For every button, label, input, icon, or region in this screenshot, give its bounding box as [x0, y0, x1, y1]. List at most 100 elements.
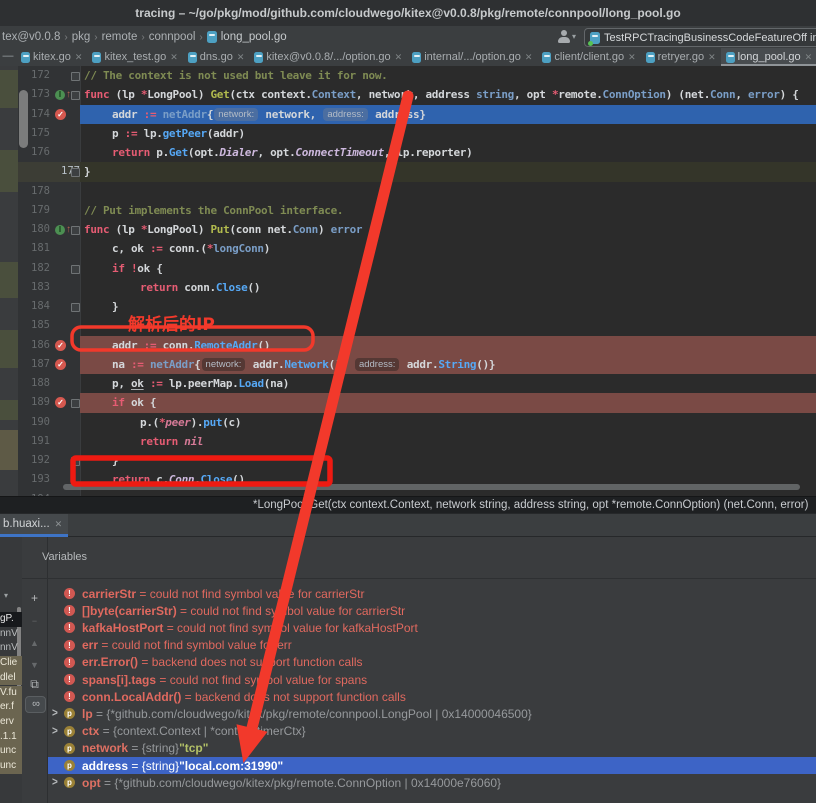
move-down-button[interactable]: ▼: [22, 656, 47, 674]
breadcrumb-file[interactable]: long_pool.go: [221, 31, 287, 43]
go-file-icon: [188, 52, 197, 63]
tab-close-icon[interactable]: ✕: [805, 52, 813, 63]
variable-row-conn-LocalAddr-[interactable]: !conn.LocalAddr() = backend does not sup…: [48, 688, 816, 705]
breadcrumb-item[interactable]: remote: [102, 31, 138, 43]
variable-name: lp: [82, 707, 93, 721]
stack-frame[interactable]: nnV: [0, 627, 22, 642]
breadcrumb-item[interactable]: connpool: [149, 31, 196, 43]
tab-close-icon[interactable]: ✕: [525, 52, 533, 63]
expand-chevron-icon[interactable]: >: [52, 707, 58, 720]
stack-frames-strip[interactable]: ▾ gP.nnVnnVCliedlelV.fuer.ferv.1.1uncunc: [0, 537, 22, 803]
line-number: 187: [18, 355, 50, 374]
line-number: 189: [18, 393, 50, 412]
expand-chevron-icon[interactable]: >: [52, 725, 58, 738]
show-watches-button[interactable]: ∞: [25, 696, 46, 713]
fold-marker[interactable]: [71, 226, 80, 235]
parameter-icon: p: [64, 708, 75, 719]
tab-close-icon[interactable]: ✕: [628, 52, 636, 63]
variable-row-kafkaHostPort[interactable]: !kafkaHostPort = could not find symbol v…: [48, 619, 816, 636]
equals-sign: =: [99, 724, 113, 738]
variable-name: []byte(carrierStr): [82, 604, 177, 618]
run-configuration-select[interactable]: TestRPCTracingBusinessCodeFeatureOff in …: [584, 28, 816, 47]
variable-row-err-Error-[interactable]: !err.Error() = backend does not support …: [48, 654, 816, 671]
line-number: 184: [18, 297, 50, 316]
editor-tab-kitex-v0.0.8-...-option.go[interactable]: kitex@v0.0.8/.../option.go✕: [249, 48, 407, 66]
editor-tab-kitex.go[interactable]: kitex.go✕: [16, 48, 87, 66]
stack-frame[interactable]: .1.1: [0, 730, 22, 745]
tab-close-icon[interactable]: ✕: [708, 52, 716, 63]
variable-name: kafkaHostPort: [82, 621, 163, 635]
expand-chevron-icon[interactable]: >: [52, 776, 58, 789]
editor-tab-client-client.go[interactable]: client/client.go✕: [537, 48, 640, 66]
stack-frame[interactable]: gP.: [0, 612, 22, 627]
editor-tab-retryer.go[interactable]: retryer.go✕: [641, 48, 721, 66]
horizontal-scrollbar-thumb[interactable]: [63, 484, 800, 490]
add-watch-button[interactable]: +: [22, 589, 47, 607]
breadcrumb[interactable]: tex@v0.0.8›pkg›remote›connpool›long_pool…: [2, 26, 287, 48]
user-menu[interactable]: ▾: [558, 29, 576, 43]
move-up-button[interactable]: ▲: [22, 634, 47, 652]
variable-row-lp[interactable]: >plp = {*github.com/cloudwego/kitex/pkg/…: [48, 705, 816, 722]
variable-row-opt[interactable]: >popt = {*github.com/cloudwego/kitex/pkg…: [48, 774, 816, 791]
implements-icon[interactable]: I↑: [55, 85, 71, 104]
stack-frame[interactable]: unc: [0, 759, 22, 774]
variable-row--byte-carrierStr-[interactable]: ![]byte(carrierStr) = could not find sym…: [48, 602, 816, 619]
remove-watch-button[interactable]: −: [22, 612, 47, 630]
fold-marker[interactable]: [71, 457, 80, 466]
line-number: 179: [18, 201, 50, 220]
variable-name: err: [82, 638, 98, 652]
debug-session-tab[interactable]: b.huaxi... ✕: [0, 514, 68, 537]
code-line: // The context is not used but leave it …: [80, 66, 816, 85]
breadcrumb-item[interactable]: tex@v0.0.8: [2, 31, 60, 43]
fold-marker[interactable]: [71, 72, 80, 81]
tab-close-icon[interactable]: ✕: [170, 52, 178, 63]
tab-close-icon[interactable]: ✕: [75, 52, 83, 63]
line-number: 190: [18, 413, 50, 432]
stack-frame[interactable]: dlel: [0, 671, 22, 686]
editor-tab-kitex_test.go[interactable]: kitex_test.go✕: [87, 48, 182, 66]
line-number: 176: [18, 143, 50, 162]
code-line: addr := netAddr{network: network, addres…: [80, 105, 816, 124]
person-icon: [558, 29, 570, 43]
code-editor[interactable]: 172// The context is not used but leave …: [0, 66, 816, 496]
variable-row-carrierStr[interactable]: !carrierStr = could not find symbol valu…: [48, 585, 816, 602]
variable-row-ctx[interactable]: >pctx = {context.Context | *context.time…: [48, 723, 816, 740]
close-icon[interactable]: ✕: [55, 519, 63, 530]
variable-row-spans-i-tags[interactable]: !spans[i].tags = could not find symbol v…: [48, 671, 816, 688]
copy-button[interactable]: ⧉: [22, 675, 47, 693]
tab-close-icon[interactable]: ✕: [395, 52, 403, 63]
stack-frame[interactable]: er.f: [0, 700, 22, 715]
breakpoint-icon[interactable]: ✓: [55, 393, 66, 412]
code-line: p := lp.getPeer(addr): [80, 124, 816, 143]
error-message: backend does not support function calls: [195, 690, 406, 704]
stack-frame[interactable]: nnV: [0, 641, 22, 656]
hide-tabs-icon[interactable]: —: [0, 48, 16, 66]
breakpoint-icon[interactable]: ✓: [55, 105, 66, 124]
fold-marker[interactable]: [71, 91, 80, 100]
panel-edge-block: [0, 262, 18, 298]
variable-row-address[interactable]: paddress = {string} "local.com:31990": [48, 757, 816, 774]
fold-marker[interactable]: [71, 265, 80, 274]
fold-marker[interactable]: [71, 168, 80, 177]
variable-name: ctx: [82, 724, 99, 738]
stack-frame[interactable]: unc: [0, 744, 22, 759]
variable-row-network[interactable]: pnetwork = {string} "tcp": [48, 740, 816, 757]
fold-marker[interactable]: [71, 303, 80, 312]
stack-frame[interactable]: erv: [0, 715, 22, 730]
go-file-icon: [254, 52, 263, 63]
breakpoint-icon[interactable]: ✓: [55, 336, 66, 355]
editor-tab-dns.go[interactable]: dns.go✕: [183, 48, 250, 66]
implements-icon[interactable]: I↑: [55, 220, 71, 239]
fold-marker[interactable]: [71, 399, 80, 408]
tab-close-icon[interactable]: ✕: [237, 52, 245, 63]
breakpoint-icon[interactable]: ✓: [55, 355, 66, 374]
stack-frame[interactable]: V.fu: [0, 686, 22, 701]
variable-type: {*github.com/cloudwego/kitex/pkg/remote.…: [114, 776, 501, 790]
chevron-down-icon[interactable]: ▾: [4, 591, 8, 600]
editor-tab-internal-...-option.go[interactable]: internal/.../option.go✕: [407, 48, 537, 66]
editor-tab-long_pool.go[interactable]: long_pool.go✕: [721, 48, 816, 66]
variable-row-err[interactable]: !err = could not find symbol value for e…: [48, 637, 816, 654]
stack-frame[interactable]: Clie: [0, 656, 22, 671]
line-number: 188: [18, 374, 50, 393]
breadcrumb-item[interactable]: pkg: [72, 31, 91, 43]
